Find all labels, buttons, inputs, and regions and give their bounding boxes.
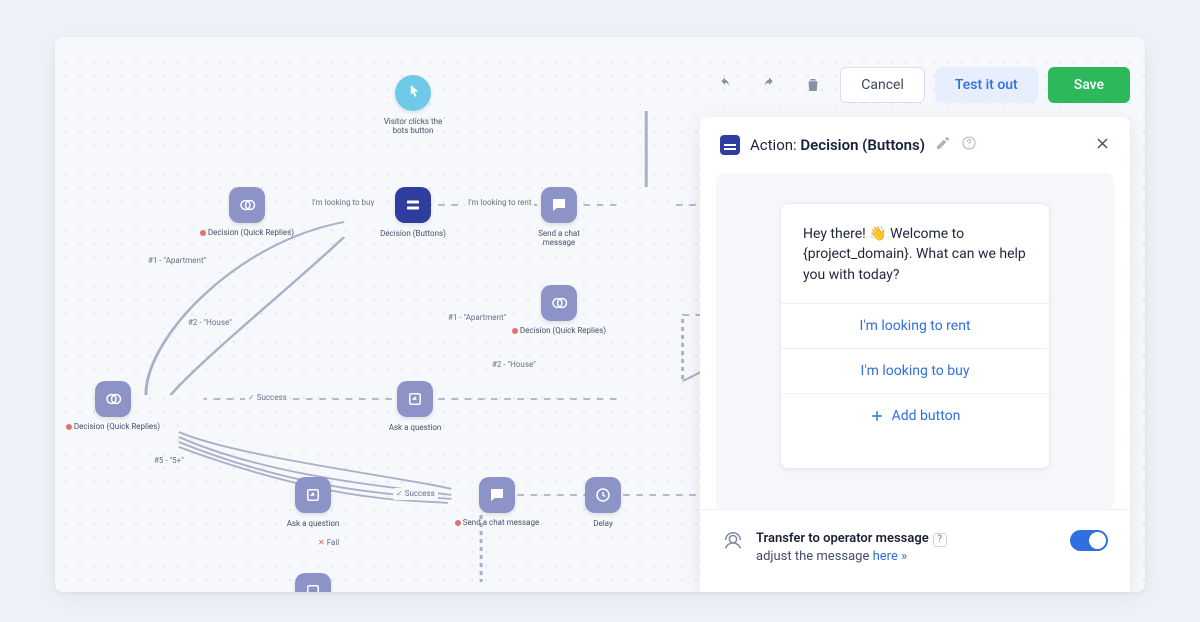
message-card: Hey there! 👋 Welcome to {project_domain}… — [780, 203, 1050, 469]
cancel-button[interactable]: Cancel — [840, 67, 925, 103]
quick-replies-icon — [95, 381, 131, 417]
help-icon[interactable] — [961, 135, 977, 155]
node-collapsed[interactable] — [263, 573, 363, 592]
delete-button[interactable] — [796, 67, 830, 103]
adjust-message-link[interactable]: here » — [873, 549, 908, 564]
edge-label: #2 - "House" — [185, 317, 235, 329]
node-ask-question[interactable]: Ask a question — [365, 381, 465, 432]
node-delay[interactable]: Delay — [553, 477, 653, 528]
transfer-toggle[interactable] — [1070, 530, 1108, 551]
node-send-chat-message-2[interactable]: Send a chat message — [447, 477, 547, 528]
question-icon — [295, 477, 331, 513]
buttons-icon — [395, 187, 431, 223]
pointer-icon — [395, 75, 431, 111]
quick-replies-icon — [229, 187, 265, 223]
undo-button[interactable] — [708, 67, 742, 103]
node-label: Decision (Buttons) — [380, 229, 446, 238]
save-button[interactable]: Save — [1048, 67, 1130, 103]
question-icon — [295, 573, 331, 592]
node-decision-quick-replies-3[interactable]: Decision (Quick Replies) — [63, 381, 163, 432]
edge-label: #5 - "5+" — [151, 455, 187, 467]
reply-button-1[interactable]: I'm looking to rent — [781, 303, 1049, 348]
panel-title: Action: Decision (Buttons) — [750, 136, 925, 154]
panel-header: Action: Decision (Buttons) — [700, 117, 1130, 173]
edge-label: #2 - "House" — [489, 359, 539, 371]
node-label: Send a chat message — [455, 519, 539, 528]
node-label: Ask a question — [389, 423, 442, 432]
chat-icon — [541, 187, 577, 223]
toolbar: Cancel Test it out Save — [708, 67, 1130, 103]
node-label: Ask a question — [287, 519, 340, 528]
edit-button[interactable] — [935, 135, 951, 155]
add-button[interactable]: Add button — [781, 393, 1049, 438]
node-label: Send a chat message — [538, 229, 580, 247]
node-send-chat-message[interactable]: Send a chat message — [509, 187, 609, 247]
edge-label: Success — [393, 488, 438, 500]
node-decision-buttons[interactable]: Decision (Buttons) — [363, 187, 463, 238]
action-panel: Action: Decision (Buttons) Hey there! 👋 … — [700, 117, 1130, 592]
edge-label: Fail — [315, 537, 342, 549]
quick-replies-icon — [541, 285, 577, 321]
node-start[interactable]: Visitor clicks the bots button — [363, 75, 463, 135]
node-label: Decision (Quick Replies) — [200, 229, 294, 238]
node-label: Decision (Quick Replies) — [66, 423, 160, 432]
app-frame: I'm looking to buy I'm looking to rent #… — [55, 37, 1145, 592]
test-button[interactable]: Test it out — [935, 67, 1038, 103]
panel-body: Hey there! 👋 Welcome to {project_domain}… — [716, 173, 1114, 509]
node-decision-quick-replies-2[interactable]: Decision (Quick Replies) — [509, 285, 609, 336]
transfer-section: Transfer to operator message? adjust the… — [700, 509, 1130, 592]
bot-message[interactable]: Hey there! 👋 Welcome to {project_domain}… — [781, 204, 1049, 303]
node-label: Delay — [593, 519, 613, 528]
node-label: Decision (Quick Replies) — [512, 327, 606, 336]
edge-label: #1 - "Apartment" — [445, 312, 509, 324]
operator-icon — [722, 530, 744, 552]
edge-label: Success — [245, 392, 290, 404]
edge-label: #1 - "Apartment" — [145, 255, 209, 267]
transfer-title: Transfer to operator message — [756, 531, 929, 546]
question-icon — [397, 381, 433, 417]
close-button[interactable] — [1095, 136, 1110, 155]
node-label: Visitor clicks the bots button — [384, 117, 443, 135]
redo-button[interactable] — [752, 67, 786, 103]
help-badge[interactable]: ? — [933, 533, 947, 547]
reply-button-2[interactable]: I'm looking to buy — [781, 348, 1049, 393]
node-decision-quick-replies[interactable]: Decision (Quick Replies) — [197, 187, 297, 238]
buttons-icon — [720, 135, 740, 155]
node-ask-question-2[interactable]: Ask a question — [263, 477, 363, 528]
chat-icon — [479, 477, 515, 513]
clock-icon — [585, 477, 621, 513]
